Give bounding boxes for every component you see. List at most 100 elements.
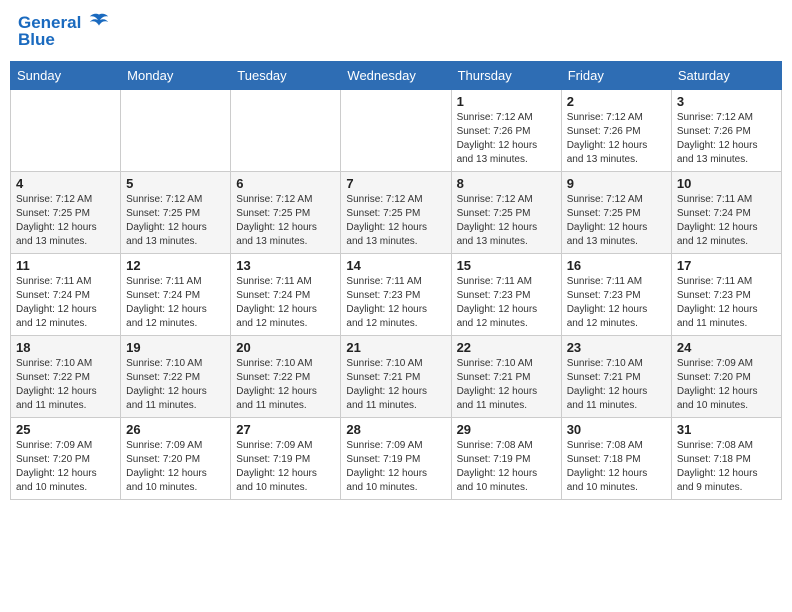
calendar-cell: 3 Sunrise: 7:12 AM Sunset: 7:26 PM Daylig…: [671, 90, 781, 172]
day-info: Sunrise: 7:10 AM Sunset: 7:21 PM Dayligh…: [346, 357, 445, 413]
day-info: Sunrise: 7:09 AM Sunset: 7:20 PM Dayligh…: [16, 439, 115, 495]
day-info: Sunrise: 7:12 AM Sunset: 7:25 PM Dayligh…: [16, 193, 115, 249]
day-info: Sunrise: 7:09 AM Sunset: 7:19 PM Dayligh…: [236, 439, 335, 495]
day-number: 8: [457, 176, 556, 191]
day-info: Sunrise: 7:11 AM Sunset: 7:24 PM Dayligh…: [126, 275, 225, 331]
day-info: Sunrise: 7:08 AM Sunset: 7:19 PM Dayligh…: [457, 439, 556, 495]
day-number: 28: [346, 422, 445, 437]
day-info: Sunrise: 7:08 AM Sunset: 7:18 PM Dayligh…: [677, 439, 776, 495]
calendar-cell: 13Sunrise: 7:11 AM Sunset: 7:24 PM Dayli…: [231, 254, 341, 336]
day-info: Sunrise: 7:10 AM Sunset: 7:21 PM Dayligh…: [567, 357, 666, 413]
calendar-week-row: 18 Sunrise: 7:10 AM Sunset: 7:22 PM Dayli…: [11, 336, 782, 418]
calendar-cell: 8 Sunrise: 7:12 AM Sunset: 7:25 PM Daylig…: [451, 172, 561, 254]
calendar-header-tuesday: Tuesday: [231, 62, 341, 90]
day-info: Sunrise: 7:11 AM Sunset: 7:23 PM Dayligh…: [567, 275, 666, 331]
calendar-cell: 9Sunrise: 7:12 AM Sunset: 7:25 PM Daylig…: [561, 172, 671, 254]
calendar-week-row: 11 Sunrise: 7:11 AM Sunset: 7:24 PM Dayli…: [11, 254, 782, 336]
day-number: 18: [16, 340, 115, 355]
day-number: 2: [567, 94, 666, 109]
calendar-cell: 25 Sunrise: 7:09 AM Sunset: 7:20 PM Dayli…: [11, 418, 121, 500]
day-number: 15: [457, 258, 556, 273]
day-number: 11: [16, 258, 115, 273]
day-info: Sunrise: 7:12 AM Sunset: 7:26 PM Dayligh…: [677, 111, 776, 167]
calendar-week-row: 1 Sunrise: 7:12 AM Sunset: 7:26 PM Daylig…: [11, 90, 782, 172]
day-number: 26: [126, 422, 225, 437]
calendar-cell: [341, 90, 451, 172]
day-info: Sunrise: 7:12 AM Sunset: 7:25 PM Dayligh…: [346, 193, 445, 249]
calendar-header-thursday: Thursday: [451, 62, 561, 90]
day-number: 25: [16, 422, 115, 437]
day-number: 10: [677, 176, 776, 191]
calendar-header-wednesday: Wednesday: [341, 62, 451, 90]
calendar-header-monday: Monday: [121, 62, 231, 90]
day-info: Sunrise: 7:11 AM Sunset: 7:23 PM Dayligh…: [346, 275, 445, 331]
day-number: 20: [236, 340, 335, 355]
day-number: 5: [126, 176, 225, 191]
calendar-cell: [231, 90, 341, 172]
day-info: Sunrise: 7:10 AM Sunset: 7:22 PM Dayligh…: [236, 357, 335, 413]
calendar-header-friday: Friday: [561, 62, 671, 90]
day-number: 9: [567, 176, 666, 191]
calendar-cell: 11 Sunrise: 7:11 AM Sunset: 7:24 PM Dayli…: [11, 254, 121, 336]
day-number: 3: [677, 94, 776, 109]
day-info: Sunrise: 7:10 AM Sunset: 7:22 PM Dayligh…: [126, 357, 225, 413]
calendar-cell: 15 Sunrise: 7:11 AM Sunset: 7:23 PM Dayli…: [451, 254, 561, 336]
day-info: Sunrise: 7:11 AM Sunset: 7:23 PM Dayligh…: [677, 275, 776, 331]
day-number: 7: [346, 176, 445, 191]
calendar-cell: 17 Sunrise: 7:11 AM Sunset: 7:23 PM Dayli…: [671, 254, 781, 336]
day-info: Sunrise: 7:12 AM Sunset: 7:25 PM Dayligh…: [236, 193, 335, 249]
day-info: Sunrise: 7:08 AM Sunset: 7:18 PM Dayligh…: [567, 439, 666, 495]
calendar-cell: 24 Sunrise: 7:09 AM Sunset: 7:20 PM Dayli…: [671, 336, 781, 418]
calendar-cell: 31 Sunrise: 7:08 AM Sunset: 7:18 PM Dayli…: [671, 418, 781, 500]
calendar-cell: 23 Sunrise: 7:10 AM Sunset: 7:21 PM Dayli…: [561, 336, 671, 418]
day-info: Sunrise: 7:12 AM Sunset: 7:25 PM Dayligh…: [126, 193, 225, 249]
calendar-cell: 21 Sunrise: 7:10 AM Sunset: 7:21 PM Dayli…: [341, 336, 451, 418]
day-info: Sunrise: 7:12 AM Sunset: 7:25 PM Dayligh…: [457, 193, 556, 249]
calendar-cell: 18 Sunrise: 7:10 AM Sunset: 7:22 PM Dayli…: [11, 336, 121, 418]
calendar-cell: 22Sunrise: 7:10 AM Sunset: 7:21 PM Dayli…: [451, 336, 561, 418]
day-info: Sunrise: 7:09 AM Sunset: 7:20 PM Dayligh…: [677, 357, 776, 413]
day-info: Sunrise: 7:11 AM Sunset: 7:23 PM Dayligh…: [457, 275, 556, 331]
day-info: Sunrise: 7:11 AM Sunset: 7:24 PM Dayligh…: [677, 193, 776, 249]
calendar-cell: 4 Sunrise: 7:12 AM Sunset: 7:25 PM Daylig…: [11, 172, 121, 254]
day-number: 14: [346, 258, 445, 273]
calendar-cell: [11, 90, 121, 172]
day-number: 4: [16, 176, 115, 191]
calendar-header-row: SundayMondayTuesdayWednesdayThursdayFrid…: [11, 62, 782, 90]
calendar-cell: 5 Sunrise: 7:12 AM Sunset: 7:25 PM Daylig…: [121, 172, 231, 254]
calendar-cell: 14 Sunrise: 7:11 AM Sunset: 7:23 PM Dayli…: [341, 254, 451, 336]
day-number: 16: [567, 258, 666, 273]
day-number: 1: [457, 94, 556, 109]
day-number: 6: [236, 176, 335, 191]
calendar-cell: 19Sunrise: 7:10 AM Sunset: 7:22 PM Dayli…: [121, 336, 231, 418]
calendar-cell: 7 Sunrise: 7:12 AM Sunset: 7:25 PM Daylig…: [341, 172, 451, 254]
day-number: 23: [567, 340, 666, 355]
day-info: Sunrise: 7:11 AM Sunset: 7:24 PM Dayligh…: [16, 275, 115, 331]
calendar-cell: 6 Sunrise: 7:12 AM Sunset: 7:25 PM Daylig…: [231, 172, 341, 254]
calendar-table: SundayMondayTuesdayWednesdayThursdayFrid…: [10, 61, 782, 500]
day-info: Sunrise: 7:12 AM Sunset: 7:26 PM Dayligh…: [567, 111, 666, 167]
header: General Blue: [10, 10, 782, 53]
logo-blue: Blue: [18, 31, 110, 50]
calendar-week-row: 25 Sunrise: 7:09 AM Sunset: 7:20 PM Dayli…: [11, 418, 782, 500]
calendar-cell: 28Sunrise: 7:09 AM Sunset: 7:19 PM Dayli…: [341, 418, 451, 500]
calendar-cell: 2 Sunrise: 7:12 AM Sunset: 7:26 PM Daylig…: [561, 90, 671, 172]
calendar-cell: 10 Sunrise: 7:11 AM Sunset: 7:24 PM Dayli…: [671, 172, 781, 254]
day-number: 24: [677, 340, 776, 355]
day-number: 21: [346, 340, 445, 355]
logo-bird-icon: [88, 11, 110, 33]
calendar-cell: [121, 90, 231, 172]
logo: General Blue: [18, 14, 110, 49]
calendar-week-row: 4 Sunrise: 7:12 AM Sunset: 7:25 PM Daylig…: [11, 172, 782, 254]
calendar-header-saturday: Saturday: [671, 62, 781, 90]
day-number: 27: [236, 422, 335, 437]
calendar-cell: 26Sunrise: 7:09 AM Sunset: 7:20 PM Dayli…: [121, 418, 231, 500]
calendar-cell: 12Sunrise: 7:11 AM Sunset: 7:24 PM Dayli…: [121, 254, 231, 336]
calendar-cell: 27 Sunrise: 7:09 AM Sunset: 7:19 PM Dayli…: [231, 418, 341, 500]
day-info: Sunrise: 7:11 AM Sunset: 7:24 PM Dayligh…: [236, 275, 335, 331]
day-number: 31: [677, 422, 776, 437]
day-number: 17: [677, 258, 776, 273]
day-info: Sunrise: 7:12 AM Sunset: 7:26 PM Dayligh…: [457, 111, 556, 167]
calendar-header-sunday: Sunday: [11, 62, 121, 90]
day-info: Sunrise: 7:10 AM Sunset: 7:22 PM Dayligh…: [16, 357, 115, 413]
